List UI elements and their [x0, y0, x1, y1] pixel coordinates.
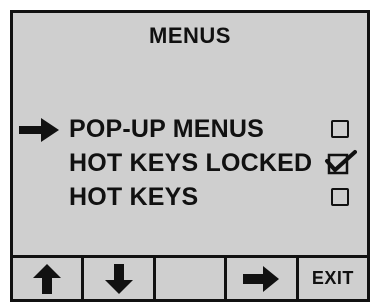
- menu-item-pop-up-menus[interactable]: POP-UP MENUS: [13, 113, 367, 147]
- screen-title: MENUS: [149, 23, 231, 48]
- menu-item-label: POP-UP MENUS: [69, 115, 265, 143]
- lcd-screen: MENUS POP-UP MENUS HOT KEYS LOCKED HOT K…: [10, 10, 370, 302]
- exit-button-label: EXIT: [311, 268, 354, 288]
- softkey-right[interactable]: [227, 258, 299, 299]
- selection-arrow-icon: [19, 118, 59, 142]
- arrow-down-icon: [104, 263, 133, 294]
- menu-item-label: HOT KEYS: [69, 183, 199, 211]
- arrow-right-icon: [243, 265, 280, 292]
- menu-item-hot-keys[interactable]: HOT KEYS: [13, 181, 367, 215]
- softkey-bar: EXIT: [13, 255, 367, 299]
- arrow-up-icon: [33, 263, 62, 294]
- softkey-blank[interactable]: [156, 258, 228, 299]
- softkey-up[interactable]: [13, 258, 85, 299]
- checkbox-hot-keys[interactable]: [331, 188, 349, 206]
- softkey-down[interactable]: [84, 258, 156, 299]
- checkbox-pop-up-menus[interactable]: [331, 120, 349, 138]
- device-frame: MENUS POP-UP MENUS HOT KEYS LOCKED HOT K…: [0, 0, 380, 306]
- menu-item-label: HOT KEYS LOCKED: [69, 149, 313, 177]
- softkey-exit[interactable]: EXIT: [299, 258, 367, 299]
- menu-list: POP-UP MENUS HOT KEYS LOCKED HOT KEYS: [13, 113, 367, 233]
- menu-item-hot-keys-locked[interactable]: HOT KEYS LOCKED: [13, 147, 367, 181]
- checkmark-icon[interactable]: [323, 149, 357, 175]
